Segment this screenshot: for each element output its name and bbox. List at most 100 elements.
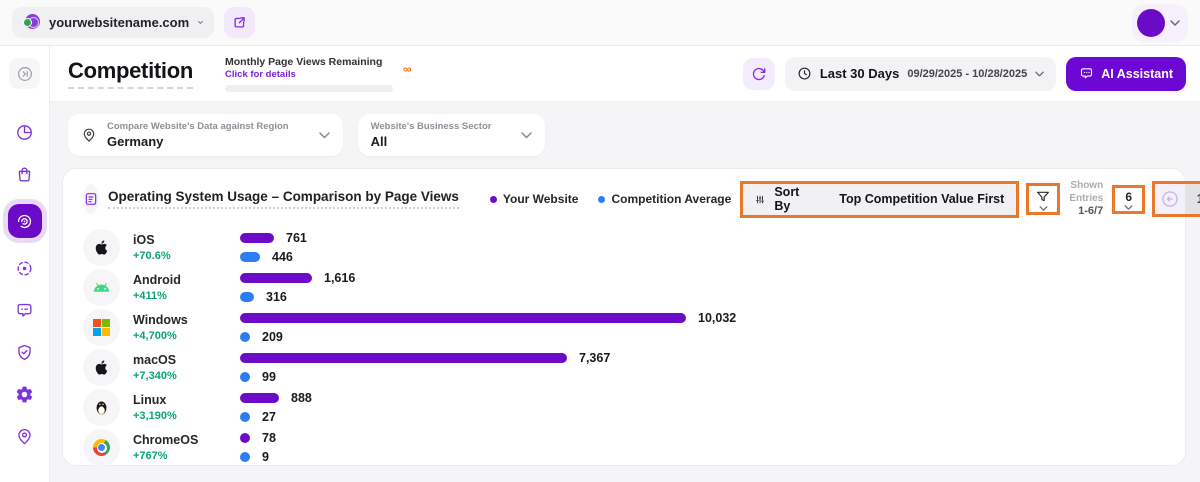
refresh-button[interactable] [743,58,775,90]
your-website-bar [240,393,279,403]
shield-check-icon [15,343,34,362]
sidebar-item-settings[interactable] [8,377,42,411]
region-filter-value: Germany [107,134,289,149]
legend-competition-average: Competition Average [598,192,731,206]
table-row-macos: macOS +7,340% 7,367 99 [83,348,1185,388]
user-menu[interactable] [1132,4,1188,42]
os-name: iOS [133,233,240,247]
ai-assistant-button[interactable]: AI Assistant [1066,57,1186,91]
report-icon-circle [83,184,99,214]
sector-filter-label: Website's Business Sector [371,121,492,132]
bar-value: 99 [262,370,276,384]
linux-icon-circle [83,389,120,426]
target-icon [15,259,34,278]
gear-icon [15,385,34,404]
document-icon [83,191,99,207]
pie-chart-icon [15,123,34,142]
your-website-bar [240,273,312,283]
os-delta: +3,190% [133,410,240,422]
chart-rows: iOS +70.6% 761 446 Android +411% [63,223,1185,468]
region-filter[interactable]: Compare Website's Data against Region Ge… [68,114,343,156]
location-pin-icon [15,427,34,446]
chart-legend: Your Website Competition Average [490,192,731,206]
bar-value: 446 [272,250,293,264]
your-website-bar [240,233,274,243]
bar-value: 1,616 [324,271,355,285]
location-pin-icon [81,127,97,143]
chart-title: Operating System Usage – Comparison by P… [108,189,459,209]
os-delta: +4,700% [133,330,240,342]
radar-icon [15,212,34,231]
website-selector[interactable]: yourwebsitename.com [12,7,214,38]
sidebar-item-dashboard[interactable] [8,115,42,149]
filter-button[interactable] [1026,183,1060,215]
main-content: Competition Monthly Page Views Remaining… [50,46,1200,482]
sector-filter-value: All [371,134,492,149]
quota-details-link[interactable]: Click for details [225,69,393,80]
sort-annotation-box: Sort By Top Competition Value First [740,181,1019,218]
android-icon [93,279,110,296]
ai-assistant-label: AI Assistant [1101,67,1173,81]
os-delta: +411% [133,290,240,302]
competition-bar [240,332,250,342]
sidebar-item-security[interactable] [8,335,42,369]
sidebar-collapse-button[interactable] [9,58,40,89]
sidebar-item-chat[interactable] [8,293,42,327]
sidebar-item-retargeting[interactable] [8,251,42,285]
os-name: Windows [133,313,240,327]
chart-card: Operating System Usage – Comparison by P… [62,168,1186,466]
chevron-down-icon [521,132,532,139]
sector-filter[interactable]: Website's Business Sector All [358,114,546,156]
bar-value: 9 [262,450,269,464]
competition-bar [240,292,254,302]
competition-bar [240,372,250,382]
sort-by-control[interactable]: Sort By Top Competition Value First [743,184,1016,215]
filter-row: Compare Website's Data against Region Ge… [50,102,1200,156]
sort-by-label: Sort By [774,185,804,213]
page-size-selector[interactable]: 6 [1112,185,1145,214]
open-website-button[interactable] [224,7,255,38]
shown-entries-value: 1-6/7 [1069,205,1103,219]
previous-page-button[interactable] [1155,184,1185,214]
sidebar-item-competition[interactable] [8,204,42,238]
chevron-down-icon [1124,205,1133,210]
page-title: Competition [68,58,193,89]
bar-value: 316 [266,290,287,304]
refresh-icon [751,66,767,82]
table-row-android: Android +411% 1,616 316 [83,268,1185,308]
clock-icon [797,66,812,81]
chart-header: Operating System Usage – Comparison by P… [63,169,1185,223]
website-selector-value: yourwebsitename.com [49,15,189,30]
pagination: 1 [1155,184,1200,214]
page-header: Competition Monthly Page Views Remaining… [50,46,1200,102]
os-name: macOS [133,353,240,367]
sidebar-item-orders[interactable] [8,157,42,191]
chevron-down-icon [1039,206,1048,211]
date-range-selector[interactable]: Last 30 Days 09/29/2025 - 10/28/2025 [785,57,1056,91]
sidebar [0,46,50,482]
topbar: yourwebsitename.com [0,0,1200,46]
chrome-icon [93,439,110,456]
ios-icon-circle [83,229,120,266]
os-delta: +7,340% [133,370,240,382]
sliders-icon [755,192,765,207]
legend-dot-blue [598,196,605,203]
android-icon-circle [83,269,120,306]
linux-tux-icon [93,399,110,416]
date-range-value: 09/29/2025 - 10/28/2025 [907,68,1027,80]
current-page[interactable]: 1 [1185,184,1200,214]
shown-entries-label: Shown Entries [1069,180,1103,205]
chevron-down-icon [1170,20,1180,26]
pagination-annotation-box: 1 [1152,181,1200,217]
competition-bar [240,412,250,422]
ai-chat-icon [1079,66,1094,81]
table-row-chromeos: ChromeOS +767% 78 9 [83,428,1185,468]
region-filter-label: Compare Website's Data against Region [107,121,289,132]
page-size-value: 6 [1125,190,1132,204]
expand-arrow-icon [16,65,34,83]
table-row-linux: Linux +3,190% 888 27 [83,388,1185,428]
chromeos-icon-circle [83,429,120,466]
sidebar-item-location[interactable] [8,419,42,453]
os-name: ChromeOS [133,433,240,447]
chevron-down-icon [319,132,330,139]
